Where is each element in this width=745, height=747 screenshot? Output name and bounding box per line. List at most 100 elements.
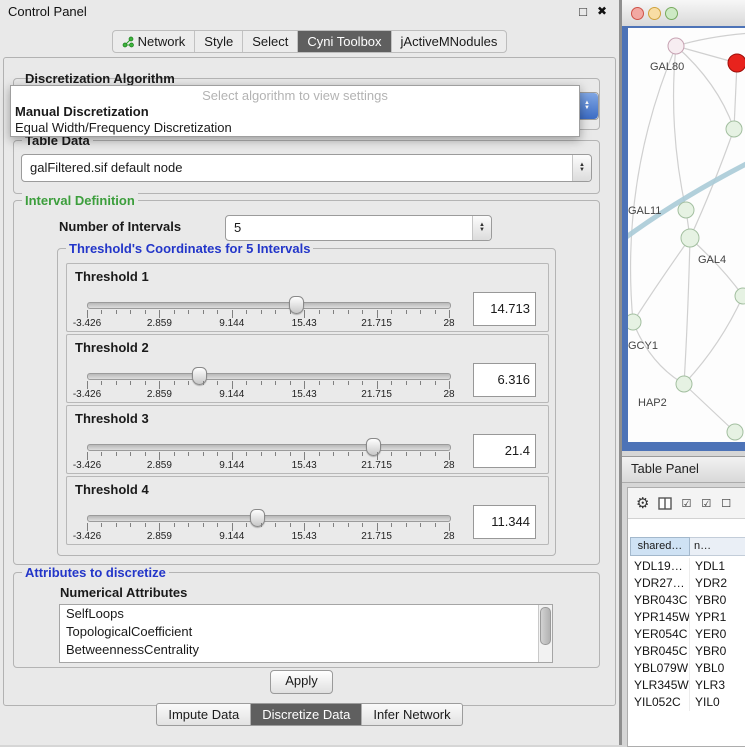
tick-mark [246, 523, 247, 527]
close-traffic-light[interactable] [631, 7, 644, 20]
table-cell[interactable]: YLR3 [690, 677, 745, 694]
tick-mark [203, 310, 204, 314]
close-icon[interactable]: ✖ [597, 4, 607, 18]
tick-mark [275, 452, 276, 456]
table-row[interactable]: YER054CYER0 [630, 626, 745, 643]
tab-impute-data[interactable]: Impute Data [157, 704, 251, 725]
threshold-1-value-field[interactable]: 14.713 [473, 292, 536, 326]
list-item[interactable]: SelfLoops [60, 605, 552, 623]
table-cell[interactable]: YDL19… [630, 558, 690, 575]
tick-mark [217, 381, 218, 385]
checkbox-icon[interactable]: ☑ [701, 497, 712, 510]
slider-scale: -3.4262.8599.14415.4321.71528 [87, 389, 449, 400]
threshold-label: Threshold 3 [75, 411, 149, 426]
tab-cyni-toolbox[interactable]: Cyni Toolbox [298, 31, 391, 52]
dropdown-option-manual-discretization[interactable]: Manual Discretization [11, 104, 579, 120]
table-cell[interactable]: YER054C [630, 626, 690, 643]
table-row[interactable]: YDR27…YDR2 [630, 575, 745, 592]
tick-mark [435, 523, 436, 527]
tick-mark [319, 523, 320, 527]
number-of-intervals-combobox[interactable]: 5 ▲ ▼ [225, 215, 492, 241]
threshold-3-slider[interactable]: -3.4262.8599.14415.4321.71528 [87, 438, 449, 471]
table-cell[interactable]: YDR2 [690, 575, 745, 592]
threshold-2-slider[interactable]: -3.4262.8599.14415.4321.71528 [87, 367, 449, 400]
columns-icon[interactable] [658, 497, 672, 510]
table-data-combobox[interactable]: galFiltered.sif default node ▲ ▼ [21, 154, 592, 182]
column-header-shared-name[interactable]: shared… [630, 537, 690, 556]
table-row[interactable]: YIL052CYIL0 [630, 694, 745, 711]
numerical-attributes-list[interactable]: SelfLoops TopologicalCoefficient Between… [59, 604, 553, 663]
threshold-4-value-field[interactable]: 11.344 [473, 505, 536, 539]
node-hap2[interactable] [676, 376, 692, 392]
table-row[interactable]: YBR045CYBR0 [630, 643, 745, 660]
table-cell[interactable]: YBR043C [630, 592, 690, 609]
node-gal80[interactable] [668, 38, 684, 54]
tick-mark [290, 452, 291, 456]
checkbox-icon[interactable]: ☐ [721, 497, 732, 510]
scrollbar-thumb[interactable] [540, 607, 551, 645]
threshold-1-slider[interactable]: -3.4262.8599.14415.4321.71528 [87, 296, 449, 329]
list-item[interactable]: BetweennessCentrality [60, 641, 552, 659]
table-cell[interactable]: YIL0 [690, 694, 745, 711]
checkbox-icon[interactable]: ☑ [681, 497, 692, 510]
network-canvas[interactable]: GAL80 GAL11 GAL4 GCY1 HAP2 [628, 28, 745, 442]
slider-track[interactable] [87, 373, 451, 380]
threshold-2-value-field[interactable]: 6.316 [473, 363, 536, 397]
node[interactable] [735, 288, 745, 304]
table-cell[interactable]: YLR345W [630, 677, 690, 694]
threshold-4-slider[interactable]: -3.4262.8599.14415.4321.71528 [87, 509, 449, 542]
tick-mark [145, 381, 146, 385]
tab-network[interactable]: Network [113, 31, 196, 52]
node-gal4[interactable] [681, 229, 699, 247]
list-scrollbar[interactable] [538, 605, 552, 662]
slider-scale-label: 15.43 [292, 389, 317, 400]
minimize-traffic-light[interactable] [648, 7, 661, 20]
tick-mark [145, 523, 146, 527]
table-cell[interactable]: YBR0 [690, 592, 745, 609]
zoom-traffic-light[interactable] [665, 7, 678, 20]
tick-mark [333, 523, 334, 527]
node[interactable] [726, 121, 742, 137]
list-item[interactable]: TopologicalCoefficient [60, 623, 552, 641]
table-cell[interactable]: YPR1 [690, 609, 745, 626]
table-cell[interactable]: YBL0 [690, 660, 745, 677]
table-row[interactable]: YBL079WYBL0 [630, 660, 745, 677]
node[interactable] [727, 424, 743, 440]
network-icon [122, 36, 134, 48]
table-cell[interactable]: YBL079W [630, 660, 690, 677]
table-row[interactable]: YPR145WYPR1 [630, 609, 745, 626]
slider-track[interactable] [87, 302, 451, 309]
node-selected-red[interactable] [728, 54, 745, 72]
threshold-coordinates-group: Threshold's Coordinates for 5 Intervals … [57, 248, 556, 556]
threshold-3-value-field[interactable]: 21.4 [473, 434, 536, 468]
gear-icon[interactable]: ⚙ [636, 494, 649, 512]
apply-button[interactable]: Apply [270, 670, 333, 694]
table-cell[interactable]: YDR27… [630, 575, 690, 592]
table-cell[interactable]: YIL052C [630, 694, 690, 711]
tab-select[interactable]: Select [243, 31, 298, 52]
slider-track[interactable] [87, 515, 451, 522]
table-cell[interactable]: YBR045C [630, 643, 690, 660]
float-window-icon[interactable]: □ [579, 4, 587, 19]
dropdown-option-equal-width-frequency[interactable]: Equal Width/Frequency Discretization [11, 120, 579, 136]
node-gal11[interactable] [678, 202, 694, 218]
table-row[interactable]: YBR043CYBR0 [630, 592, 745, 609]
arrow-down-icon: ▼ [479, 228, 485, 233]
node-gcy1[interactable] [628, 314, 641, 330]
tab-style[interactable]: Style [195, 31, 243, 52]
table-cell[interactable]: YDL1 [690, 558, 745, 575]
table-cell[interactable]: YBR0 [690, 643, 745, 660]
slider-track[interactable] [87, 444, 451, 451]
column-header-name[interactable]: n… [690, 537, 745, 556]
tab-discretize-data[interactable]: Discretize Data [251, 704, 362, 725]
table-row[interactable]: YLR345WYLR3 [630, 677, 745, 694]
table-cell[interactable]: YER0 [690, 626, 745, 643]
tab-infer-network[interactable]: Infer Network [362, 704, 461, 725]
combobox-value: 5 [234, 216, 241, 240]
arrow-down-icon: ▼ [579, 168, 585, 173]
tick-mark [449, 523, 450, 531]
table-row[interactable]: YDL19…YDL1 [630, 558, 745, 575]
table-cell[interactable]: YPR145W [630, 609, 690, 626]
threshold-label: Threshold 4 [75, 482, 149, 497]
tab-jactivemnodules[interactable]: jActiveMNodules [392, 31, 507, 52]
